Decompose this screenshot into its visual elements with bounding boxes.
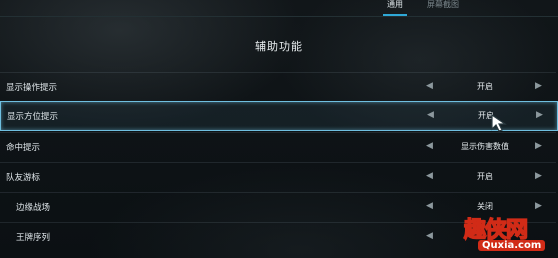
setting-row-hit-tips[interactable]: 命中提示 ◀ 显示伤害数值 ▶	[0, 132, 556, 161]
setting-row-direction-tips[interactable]: 显示方位提示 ◀ 开启 ▶	[0, 101, 558, 131]
arrow-left-icon[interactable]: ◀	[426, 231, 433, 241]
tab-screenshot[interactable]: 屏幕截图	[415, 0, 471, 16]
setting-label: 队友游标	[6, 173, 41, 183]
arrow-left-icon[interactable]: ◀	[426, 81, 433, 91]
setting-row-teammate-cursor[interactable]: 队友游标 ◀ 开启 ▶	[0, 162, 556, 191]
setting-row-operation-tips[interactable]: 显示操作提示 ◀ 开启 ▶	[0, 72, 556, 101]
setting-value: 开启	[478, 111, 494, 120]
setting-value: 显示伤害数值	[461, 142, 509, 151]
header-divider	[0, 16, 558, 17]
arrow-right-icon[interactable]: ▶	[535, 141, 542, 151]
setting-label: 显示操作提示	[6, 83, 58, 93]
mouse-cursor-icon	[491, 113, 507, 132]
setting-label: 命中提示	[6, 143, 41, 153]
arrow-right-icon[interactable]: ▶	[535, 171, 542, 181]
tab-bar: 通用 屏幕截图	[375, 0, 471, 16]
arrow-right-icon[interactable]: ▶	[536, 110, 543, 120]
page-title: 辅助功能	[255, 40, 303, 53]
arrow-left-icon[interactable]: ◀	[426, 141, 433, 151]
tab-general[interactable]: 通用	[375, 0, 415, 16]
setting-label: 边缘战场	[16, 203, 51, 213]
watermark-logo: 趣侠网 Quxia.com	[458, 210, 554, 256]
arrow-right-icon[interactable]: ▶	[535, 81, 542, 91]
setting-label: 王牌序列	[16, 233, 51, 243]
watermark-domain: Quxia.com	[478, 240, 546, 251]
setting-label: 显示方位提示	[7, 112, 59, 122]
setting-value: 开启	[477, 172, 493, 181]
arrow-left-icon[interactable]: ◀	[427, 110, 434, 120]
arrow-left-icon[interactable]: ◀	[426, 201, 433, 211]
setting-value: 开启	[477, 82, 493, 91]
arrow-left-icon[interactable]: ◀	[426, 171, 433, 181]
